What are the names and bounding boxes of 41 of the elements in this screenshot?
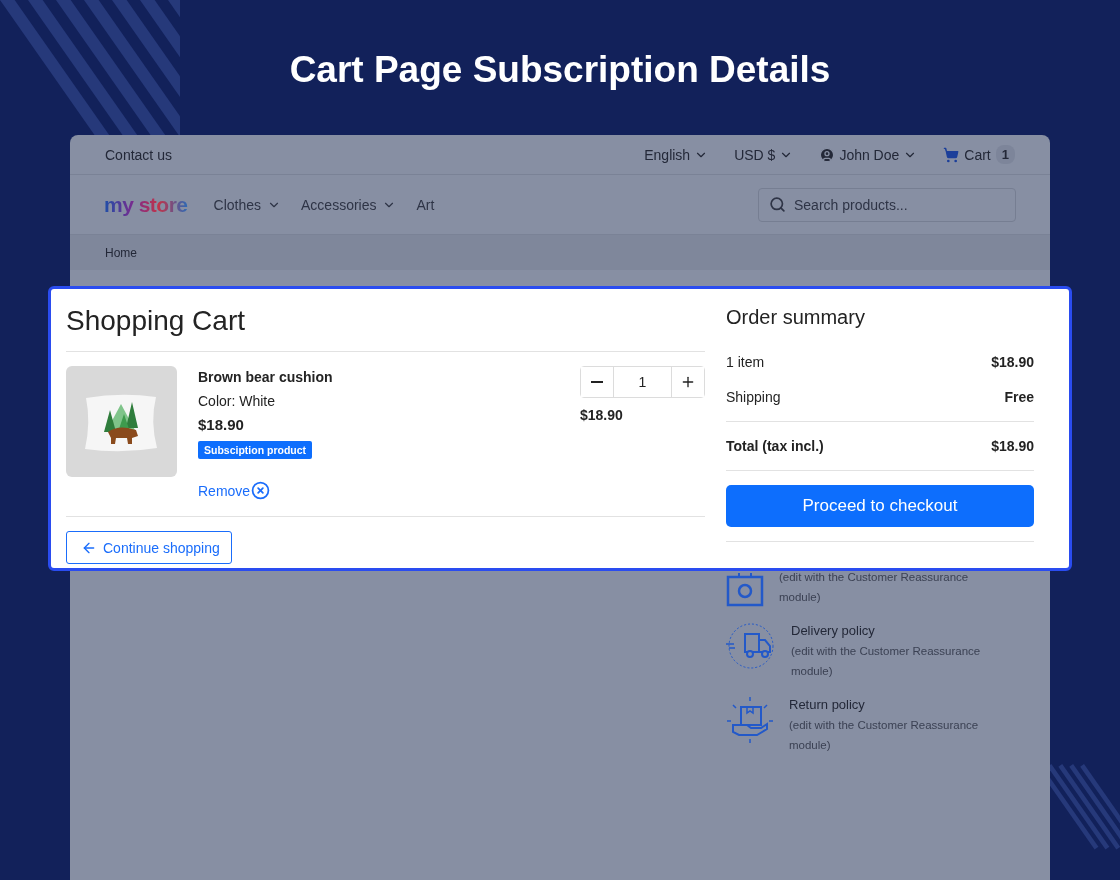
plus-icon bbox=[680, 374, 696, 390]
remove-link[interactable]: Remove bbox=[198, 481, 271, 500]
cart-icon bbox=[943, 146, 960, 163]
reassurance-text: (edit with the Customer Reassurance module) bbox=[779, 570, 970, 605]
nav-item[interactable]: Clothes bbox=[213, 196, 281, 213]
currency-selector[interactable]: USD $ bbox=[734, 146, 794, 163]
summary-label: Total (tax incl.) bbox=[726, 438, 824, 454]
checkout-button[interactable]: Proceed to checkout bbox=[726, 485, 1034, 527]
banner-title: Cart Page Subscription Details bbox=[289, 49, 831, 90]
nav-item[interactable]: Accessories bbox=[301, 196, 397, 213]
reassurance-text: (edit with the Customer Reassurance module) bbox=[791, 644, 982, 679]
summary-label: Shipping bbox=[726, 388, 781, 405]
reassurance-title: Delivery policy bbox=[791, 622, 876, 640]
summary-title: Order summary bbox=[726, 305, 866, 330]
line-total: $18.90 bbox=[580, 407, 624, 423]
account-menu[interactable]: John Doe bbox=[819, 146, 918, 163]
summary-label: 1 item bbox=[726, 353, 765, 370]
summary-value: Free bbox=[1004, 388, 1034, 405]
search-icon bbox=[769, 196, 786, 213]
product-price: $18.90 bbox=[198, 415, 244, 435]
summary-value: $18.90 bbox=[991, 353, 1034, 370]
nav-item[interactable]: Art bbox=[416, 196, 435, 213]
product-variant: Color: White bbox=[198, 392, 276, 411]
breadcrumb-link[interactable]: Home bbox=[105, 245, 137, 260]
language-selector[interactable]: English bbox=[644, 146, 709, 163]
reassurance-title: Return policy bbox=[789, 696, 866, 714]
summary-value: $18.90 bbox=[991, 438, 1034, 454]
subscription-badge: Subsciption product bbox=[198, 441, 313, 459]
minus-icon bbox=[591, 381, 603, 383]
hand-icon bbox=[725, 695, 775, 745]
reassurance-text: (edit with the Customer Reassurance module) bbox=[789, 718, 980, 753]
remove-icon bbox=[251, 481, 271, 500]
truck-icon bbox=[725, 621, 777, 671]
cart-title: Shopping Cart bbox=[66, 289, 705, 352]
user-icon bbox=[819, 146, 836, 163]
contact-link[interactable]: Contact us bbox=[105, 146, 172, 163]
cart-count: 1 bbox=[995, 145, 1015, 164]
continue-shopping-button[interactable]: Continue shopping bbox=[66, 531, 232, 564]
cart-link[interactable]: Cart 1 bbox=[943, 145, 1015, 164]
product-name[interactable]: Brown bear cushion bbox=[198, 367, 333, 387]
search-field[interactable]: Search products... bbox=[758, 187, 1016, 222]
